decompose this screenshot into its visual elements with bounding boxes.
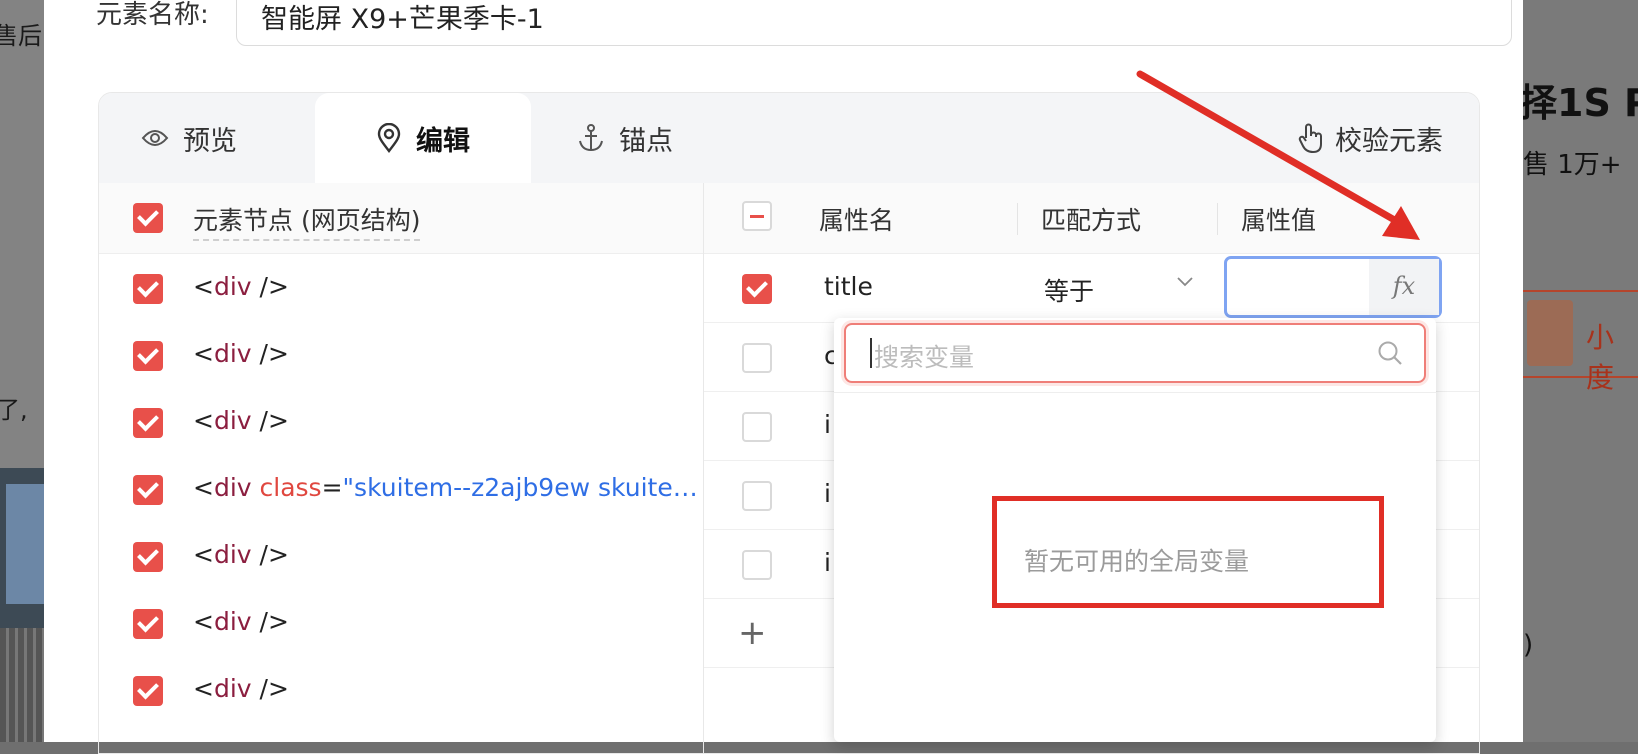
annotation-arrow — [1136, 70, 1420, 240]
